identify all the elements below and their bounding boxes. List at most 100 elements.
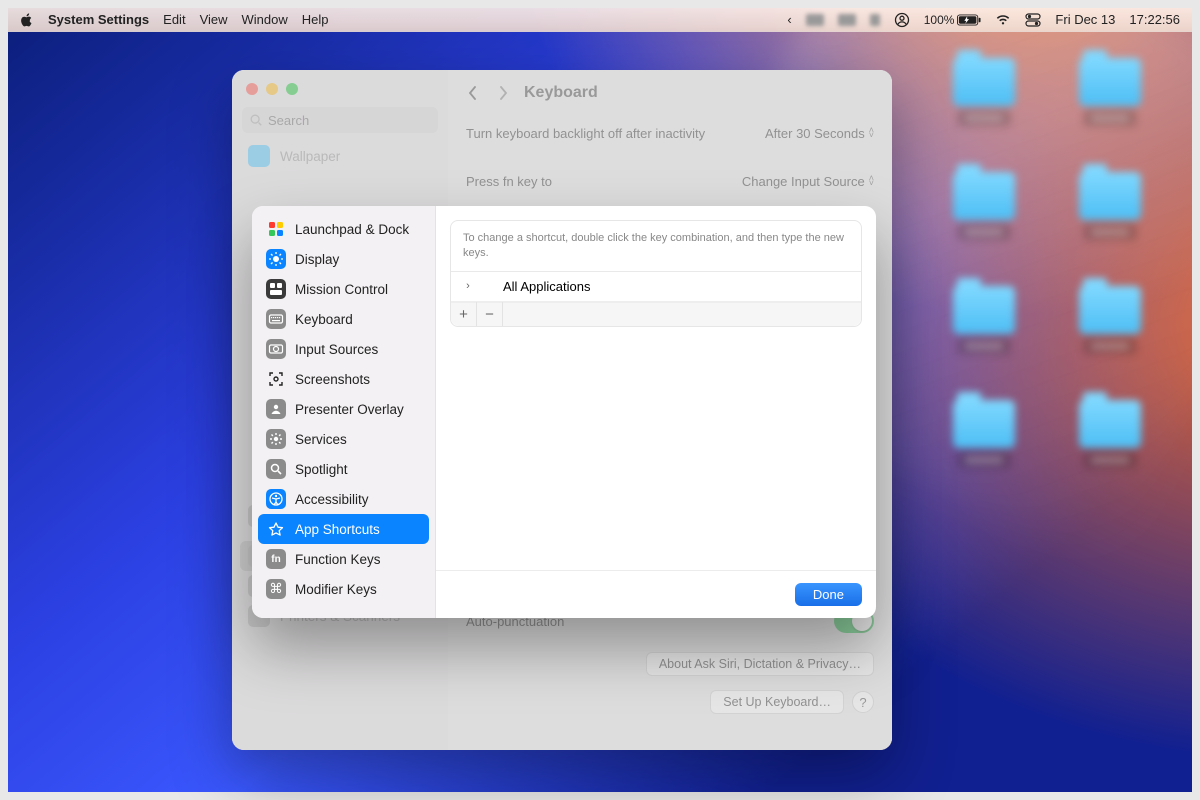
apple-menu-icon[interactable] (20, 13, 34, 27)
folder-label: xxxxxxx (1084, 338, 1137, 354)
category-spotlight[interactable]: Spotlight (258, 454, 429, 484)
shortcut-categories: Launchpad & Dock Display Mission Control… (252, 206, 436, 618)
keyboard-shortcuts-sheet: Launchpad & Dock Display Mission Control… (252, 206, 876, 618)
desktop-folder[interactable]: xxxxxxx (924, 286, 1044, 354)
siri-privacy-button[interactable]: About Ask Siri, Dictation & Privacy… (646, 652, 874, 676)
menubar-view[interactable]: View (200, 12, 228, 27)
menubar-tray-item[interactable] (838, 14, 856, 26)
menubar-date[interactable]: Fri Dec 13 (1055, 12, 1115, 27)
category-screenshots[interactable]: Screenshots (258, 364, 429, 394)
folder-icon (1079, 58, 1141, 106)
screenshots-icon (266, 369, 286, 389)
window-controls (232, 70, 448, 101)
menubar: System Settings Edit View Window Help ‹ … (8, 8, 1192, 32)
folder-icon (1079, 400, 1141, 448)
folder-label: xxxxxxx (958, 452, 1011, 468)
folder-label: xxxxxxx (1084, 110, 1137, 126)
shortcut-toolbar: + − (451, 302, 861, 326)
shortcut-list-box: To change a shortcut, double click the k… (450, 220, 862, 327)
wifi-icon[interactable] (995, 12, 1011, 28)
category-presenter-overlay[interactable]: Presenter Overlay (258, 394, 429, 424)
minimize-button[interactable] (266, 83, 278, 95)
launchpad-icon (266, 219, 286, 239)
folder-icon (953, 172, 1015, 220)
add-shortcut-button[interactable]: + (451, 302, 477, 326)
chevron-updown-icon: ˄˅ (869, 128, 874, 138)
close-button[interactable] (246, 83, 258, 95)
tree-root-label: All Applications (503, 279, 590, 294)
category-function-keys[interactable]: fnFunction Keys (258, 544, 429, 574)
sidebar-item-wallpaper[interactable]: Wallpaper (240, 141, 440, 171)
desktop-folder[interactable]: xxxxxxx (924, 58, 1044, 126)
folder-label: xxxxxxx (958, 338, 1011, 354)
sidebar-item-label: Wallpaper (280, 149, 340, 164)
category-label: Modifier Keys (295, 582, 377, 597)
desktop-folder[interactable]: xxxxxxx (1050, 172, 1170, 240)
wallpaper-icon (248, 145, 270, 167)
desktop-folder[interactable]: xxxxxxx (1050, 286, 1170, 354)
page-title: Keyboard (524, 84, 598, 102)
menubar-edit[interactable]: Edit (163, 12, 185, 27)
battery-indicator[interactable]: 100% (924, 13, 982, 27)
mission-control-icon (266, 279, 286, 299)
category-label: Launchpad & Dock (295, 222, 409, 237)
folder-icon (1079, 172, 1141, 220)
menubar-help[interactable]: Help (302, 12, 329, 27)
shortcut-detail: To change a shortcut, double click the k… (436, 206, 876, 618)
category-app-shortcuts[interactable]: App Shortcuts (258, 514, 429, 544)
search-input[interactable] (242, 107, 438, 133)
select-value: Change Input Source (742, 174, 865, 189)
input-sources-icon (266, 339, 286, 359)
menubar-tray-item[interactable] (870, 14, 880, 26)
keyboard-icon (266, 309, 286, 329)
category-display[interactable]: Display (258, 244, 429, 274)
category-label: Screenshots (295, 372, 370, 387)
folder-icon (953, 58, 1015, 106)
menubar-tray-item[interactable] (806, 14, 824, 26)
backlight-select[interactable]: After 30 Seconds˄˅ (765, 126, 874, 141)
category-services[interactable]: Services (258, 424, 429, 454)
folder-label: xxxxxxx (1084, 452, 1137, 468)
remove-shortcut-button[interactable]: − (477, 302, 503, 326)
category-input-sources[interactable]: Input Sources (258, 334, 429, 364)
app-shortcuts-icon (266, 519, 286, 539)
category-keyboard[interactable]: Keyboard (258, 304, 429, 334)
settings-search (242, 107, 438, 133)
sheet-footer: Done (436, 570, 876, 618)
row-fn-key: Press fn key to Change Input Source˄˅ (466, 164, 874, 198)
setup-keyboard-button[interactable]: Set Up Keyboard… (710, 690, 844, 714)
nav-forward-button[interactable] (494, 84, 512, 102)
folder-icon (953, 400, 1015, 448)
category-mission-control[interactable]: Mission Control (258, 274, 429, 304)
menubar-app-name[interactable]: System Settings (48, 12, 149, 27)
menubar-time[interactable]: 17:22:56 (1129, 12, 1180, 27)
desktop-folder[interactable]: xxxxxxx (924, 400, 1044, 468)
category-label: Spotlight (295, 462, 348, 477)
fn-select[interactable]: Change Input Source˄˅ (742, 174, 874, 189)
menubar-window[interactable]: Window (242, 12, 288, 27)
shortcut-tree-root[interactable]: › All Applications (451, 272, 861, 302)
presenter-icon (266, 399, 286, 419)
done-button[interactable]: Done (795, 583, 862, 606)
folder-icon (1079, 286, 1141, 334)
help-button[interactable]: ? (852, 691, 874, 713)
control-center-icon[interactable] (1025, 12, 1041, 28)
category-label: Accessibility (295, 492, 369, 507)
category-label: Function Keys (295, 552, 381, 567)
user-switch-icon[interactable] (894, 12, 910, 28)
services-icon (266, 429, 286, 449)
zoom-button[interactable] (286, 83, 298, 95)
folder-label: xxxxxxx (958, 110, 1011, 126)
desktop-folder[interactable]: xxxxxxx (1050, 400, 1170, 468)
desktop-folder[interactable]: xxxxxxx (924, 172, 1044, 240)
desktop-folder[interactable]: xxxxxxx (1050, 58, 1170, 126)
category-launchpad-dock[interactable]: Launchpad & Dock (258, 214, 429, 244)
category-label: Display (295, 252, 339, 267)
menubar-collapse-icon[interactable]: ‹ (787, 12, 791, 27)
row-label: Turn keyboard backlight off after inacti… (466, 126, 705, 141)
category-modifier-keys[interactable]: ⌘Modifier Keys (258, 574, 429, 604)
settings-header: Keyboard (448, 70, 892, 116)
nav-back-button[interactable] (464, 84, 482, 102)
category-accessibility[interactable]: Accessibility (258, 484, 429, 514)
category-label: Presenter Overlay (295, 402, 404, 417)
